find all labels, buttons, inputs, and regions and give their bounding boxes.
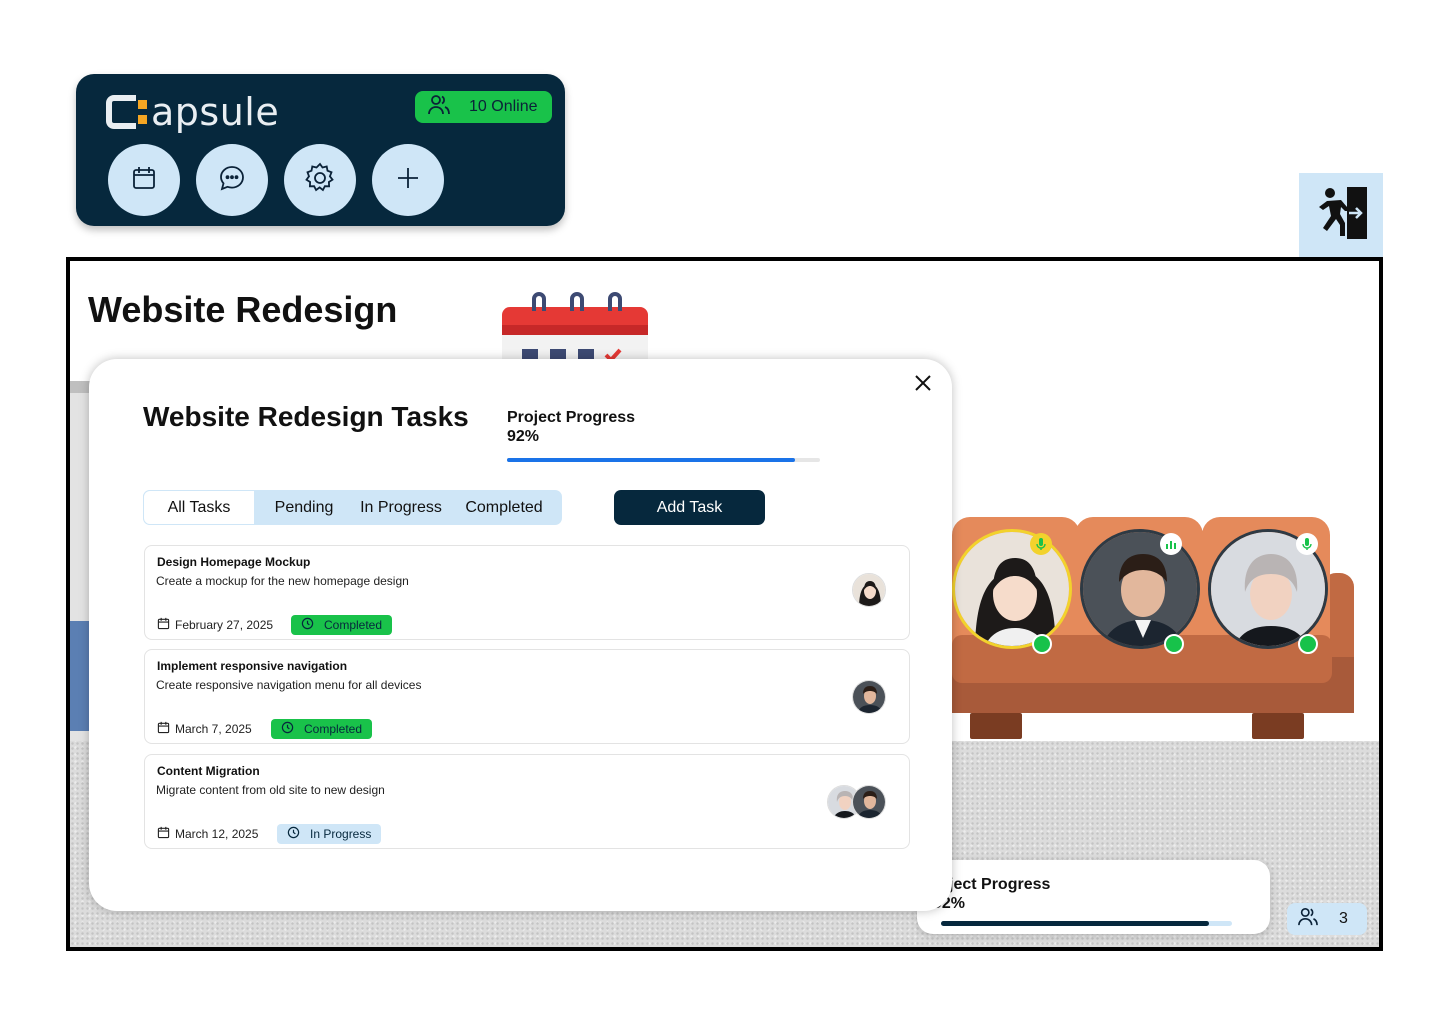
task-description: Create a mockup for the new homepage des… <box>156 574 409 588</box>
mic-icon <box>1030 533 1052 555</box>
tab-pending[interactable]: Pending <box>255 490 353 525</box>
progress-fill <box>507 458 795 462</box>
clock-icon <box>281 721 294 737</box>
task-due-date: February 27, 2025 <box>157 617 273 633</box>
participants-button[interactable]: 3 <box>1287 903 1367 935</box>
calendar-icon <box>157 617 170 633</box>
users-icon <box>1297 907 1319 932</box>
task-date-text: March 7, 2025 <box>175 722 252 736</box>
online-status-dot <box>1298 634 1318 654</box>
calendar-icon <box>157 721 170 737</box>
mini-progress-fill <box>941 921 1209 926</box>
exit-icon <box>1309 181 1373 250</box>
couch-leg <box>970 713 1022 739</box>
capsule-logo: apsule <box>106 88 279 136</box>
add-button[interactable] <box>372 144 444 216</box>
tab-all-tasks[interactable]: All Tasks <box>143 490 255 525</box>
clock-icon <box>287 826 300 842</box>
exit-room-button[interactable] <box>1299 173 1383 257</box>
task-description: Create responsive navigation menu for al… <box>156 678 422 692</box>
task-due-date: March 12, 2025 <box>157 826 258 842</box>
online-count-badge[interactable]: 10 Online <box>415 91 552 123</box>
users-icon <box>427 94 451 121</box>
project-progress-widget[interactable]: roject Progress 92% <box>917 860 1270 934</box>
task-date-text: February 27, 2025 <box>175 618 274 632</box>
tab-completed[interactable]: Completed <box>449 490 559 525</box>
tab-in-progress[interactable]: In Progress <box>353 490 449 525</box>
progress-bar <box>507 458 820 462</box>
assignee-avatar[interactable] <box>852 573 886 607</box>
logo-text: apsule <box>151 90 280 134</box>
logo-c-glyph <box>106 95 136 129</box>
assignee-avatar[interactable] <box>852 680 886 714</box>
mini-progress-bar <box>941 921 1232 926</box>
task-title: Implement responsive navigation <box>157 659 348 673</box>
status-text: In Progress <box>310 827 372 841</box>
status-badge: Completed <box>271 719 373 739</box>
status-badge: Completed <box>291 615 393 635</box>
chat-icon <box>218 164 246 197</box>
chat-button[interactable] <box>196 144 268 216</box>
task-title: Content Migration <box>157 764 260 778</box>
participants-count: 3 <box>1339 910 1348 927</box>
assignee-avatar[interactable] <box>852 785 886 819</box>
calendar-icon <box>157 826 170 842</box>
online-status-dot <box>1164 634 1184 654</box>
modal-title: Website Redesign Tasks <box>143 401 469 432</box>
progress-label: Project Progress <box>507 409 636 426</box>
task-date-text: March 12, 2025 <box>175 827 259 841</box>
mic-icon <box>1296 533 1318 555</box>
capsule-toolbar: apsule 10 Online <box>76 74 565 226</box>
task-filter-tabs: All Tasks Pending In Progress Completed <box>143 490 562 525</box>
logo-dots <box>138 100 147 124</box>
gear-icon <box>303 161 337 200</box>
task-card[interactable]: Implement responsive navigation Create r… <box>144 649 910 744</box>
calendar-icon <box>131 165 157 196</box>
settings-button[interactable] <box>284 144 356 216</box>
online-status-dot <box>1032 634 1052 654</box>
online-count-label: 10 Online <box>469 98 538 115</box>
couch <box>952 517 1362 742</box>
wall-poster <box>70 621 90 731</box>
close-icon <box>914 374 932 397</box>
task-card[interactable]: Content Migration Migrate content from o… <box>144 754 910 849</box>
couch-leg <box>1252 713 1304 739</box>
task-due-date: March 7, 2025 <box>157 721 252 737</box>
tasks-modal: Website Redesign Tasks Project Progress … <box>89 359 952 911</box>
participant-avatar[interactable] <box>1080 529 1200 649</box>
calendar-button[interactable] <box>108 144 180 216</box>
task-card[interactable]: Design Homepage Mockup Create a mockup f… <box>144 545 910 640</box>
status-text: Completed <box>304 722 363 736</box>
task-description: Migrate content from old site to new des… <box>156 783 385 797</box>
add-task-button[interactable]: Add Task <box>614 490 765 525</box>
status-text: Completed <box>324 618 383 632</box>
close-button[interactable] <box>911 373 935 397</box>
task-title: Design Homepage Mockup <box>157 555 311 569</box>
plus-icon <box>396 166 420 195</box>
participant-avatar[interactable] <box>952 529 1072 649</box>
clock-icon <box>301 617 314 633</box>
status-badge: In Progress <box>277 824 382 844</box>
audio-level-icon <box>1160 533 1182 555</box>
progress-value: 92% <box>507 428 540 445</box>
page-title: Website Redesign <box>88 289 398 330</box>
